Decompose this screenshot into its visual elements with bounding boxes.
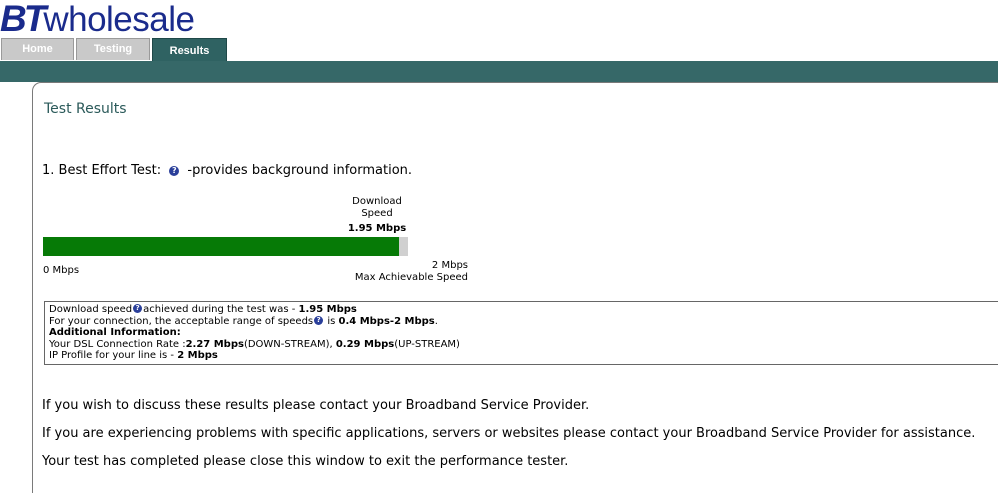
info-download-value: 1.95 Mbps [298, 304, 357, 315]
info-dsl-row: Your DSL Connection Rate :2.27 Mbps(DOWN… [49, 339, 998, 351]
info-dsl-up-label: (UP-STREAM) [394, 338, 460, 350]
info-ip-label: IP Profile for your line is - [49, 350, 178, 361]
info-ip-row: IP Profile for your line is - 2 Mbps [49, 350, 998, 362]
results-info-box: Download speed? achieved during the test … [44, 301, 998, 365]
message-problems: If you are experiencing problems with sp… [42, 426, 976, 441]
info-additional-heading: Additional Information: [49, 327, 998, 339]
bt-wholesale-logo: BTwholesale [0, 0, 195, 39]
logo-wholesale: wholesale [43, 0, 195, 39]
info-download-text: achieved during the test was - [143, 304, 299, 315]
message-completed: Your test has completed please close thi… [42, 454, 569, 469]
speed-meter [43, 237, 408, 256]
question-mark-icon[interactable]: ? [169, 165, 180, 176]
info-range-end: . [434, 315, 438, 327]
best-effort-heading: 1. Best Effort Test: ? -provides backgro… [42, 163, 412, 178]
meter-max-caption: Max Achievable Speed [354, 272, 468, 283]
logo-bt: BT [0, 0, 46, 39]
info-additional-label: Additional Information: [49, 327, 181, 338]
meter-min-label: 0 Mbps [43, 265, 80, 276]
tab-home[interactable]: Home [1, 38, 74, 60]
info-ip-value: 2 Mbps [177, 350, 218, 361]
info-download-label: Download speed [49, 304, 133, 315]
info-range-value: 0.4 Mbps-2 Mbps [338, 315, 435, 327]
message-contact-provider: If you wish to discuss these results ple… [42, 398, 590, 413]
info-range-row: For your connection, the acceptable rang… [49, 315, 998, 328]
download-speed-label: Download Speed [340, 196, 414, 220]
info-dsl-up: 0.29 Mbps [335, 338, 395, 350]
info-dsl-down-label: (DOWN-STREAM), [243, 338, 336, 350]
best-effort-info: -provides background information. [187, 163, 413, 178]
meter-max-value: 2 Mbps [431, 260, 468, 271]
question-mark-icon[interactable]: ? [133, 304, 143, 313]
tab-results[interactable]: Results [152, 38, 227, 62]
download-speed-value: 1.95 Mbps [347, 223, 407, 234]
download-label-line2: Speed [361, 208, 393, 219]
info-download-row: Download speed? achieved during the test … [49, 304, 998, 316]
meter-max-label: 2 Mbps Max Achievable Speed [300, 260, 468, 284]
info-dsl-label: Your DSL Connection Rate : [49, 338, 186, 350]
speed-meter-fill [43, 237, 399, 256]
info-range-label: For your connection, the acceptable rang… [49, 315, 314, 327]
info-dsl-down: 2.27 Mbps [185, 338, 244, 350]
best-effort-label: 1. Best Effort Test: [42, 163, 162, 178]
page-title: Test Results [44, 101, 127, 117]
tab-testing[interactable]: Testing [76, 38, 150, 60]
info-range-text: is [324, 315, 339, 327]
download-label-line1: Download [352, 196, 402, 207]
header-band [0, 61, 998, 82]
question-mark-icon[interactable]: ? [314, 315, 324, 325]
